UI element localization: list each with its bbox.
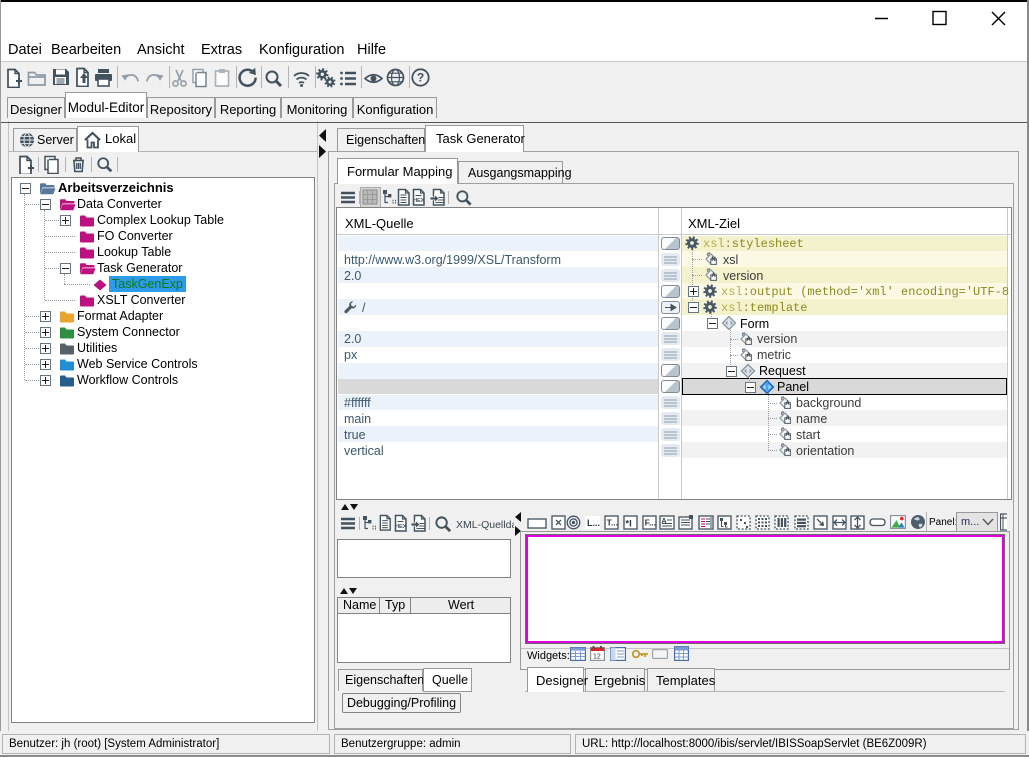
svg-text:12: 12 [593,654,601,661]
svg-text:F...: F... [645,518,656,528]
svg-text:*I: *I [625,519,631,530]
svg-text:T...: T... [607,518,618,528]
svg-text:L...: L... [587,518,600,528]
